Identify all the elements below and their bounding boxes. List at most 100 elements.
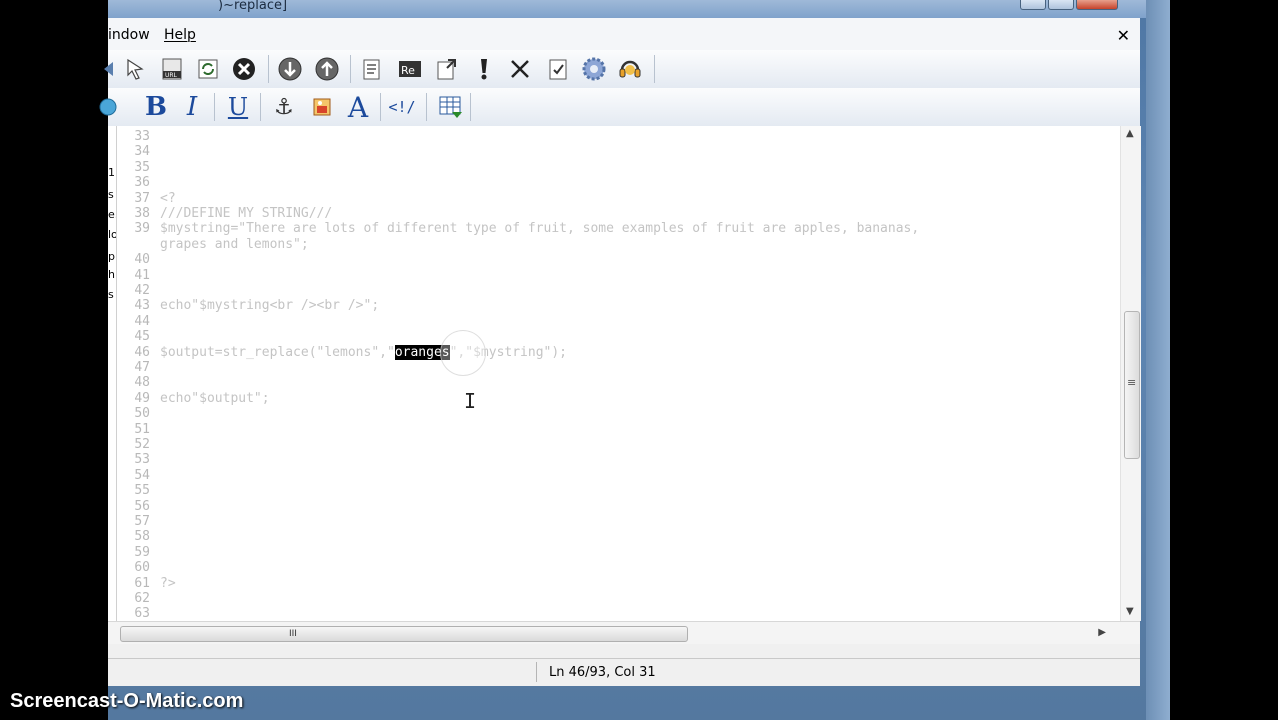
stop-icon[interactable] bbox=[230, 56, 258, 82]
code-lines[interactable]: 33 34 35 36 37 <? 38 ///DEFINE MY STRING/// 39 $m… bbox=[130, 129, 1120, 621]
font-icon[interactable]: A bbox=[344, 91, 372, 124]
code-text[interactable]: ///DEFINE MY STRING/// bbox=[160, 206, 332, 221]
line-number: 55 bbox=[134, 483, 150, 499]
code-line[interactable]: 46 $output=str_replace("lemons","oranges"… bbox=[130, 344, 567, 360]
menu-bar: indow Help ✕ bbox=[108, 18, 1140, 50]
code-text[interactable]: $mystring="There are lots of different t… bbox=[160, 221, 919, 236]
code-line[interactable]: 49 echo"$output"; bbox=[130, 391, 269, 406]
close-window-button[interactable] bbox=[1076, 0, 1118, 10]
code-editor[interactable]: 1. s e. lo p h s 3334353637 <? 38 ///DEFINE… bbox=[108, 126, 1141, 621]
code-line[interactable]: 51 bbox=[130, 422, 150, 437]
code-line[interactable]: 62 bbox=[130, 591, 150, 606]
code-line[interactable]: 44 bbox=[130, 314, 150, 329]
code-line[interactable]: 63 bbox=[130, 606, 150, 621]
code-line[interactable]: 39 $mystring="There are lots of different… bbox=[130, 221, 919, 236]
down-arrow-icon[interactable] bbox=[276, 56, 304, 82]
code-text[interactable]: echo"$mystring<br /><br />"; bbox=[160, 298, 379, 313]
main-toolbar: URL Re bbox=[104, 50, 1140, 89]
code-text[interactable]: echo"$output"; bbox=[160, 391, 270, 406]
horizontal-scroll-thumb[interactable]: III bbox=[120, 626, 688, 642]
code-line[interactable]: 53 bbox=[130, 452, 150, 467]
code-line[interactable]: 34 bbox=[130, 144, 150, 159]
minimize-button[interactable] bbox=[1020, 0, 1046, 10]
table-icon[interactable] bbox=[436, 94, 464, 120]
vertical-scroll-thumb[interactable]: ≡ bbox=[1124, 311, 1140, 459]
toolbar-separator bbox=[654, 55, 655, 83]
settings-gear-icon[interactable] bbox=[580, 56, 608, 82]
regex-icon[interactable]: Re bbox=[396, 56, 424, 82]
vertical-scrollbar[interactable]: ▲ ≡ ▼ bbox=[1120, 126, 1141, 621]
globe-icon[interactable] bbox=[96, 94, 124, 120]
line-number: 42 bbox=[134, 283, 150, 298]
menu-help[interactable]: Help bbox=[164, 27, 196, 43]
code-line[interactable]: 55 bbox=[130, 483, 150, 498]
code-line[interactable]: 60 bbox=[130, 560, 150, 575]
text-cursor-icon: I bbox=[464, 389, 477, 413]
code-line[interactable]: 43 echo"$mystring<br /><br />"; bbox=[130, 298, 379, 313]
anchor-icon[interactable]: ⚓ bbox=[270, 94, 298, 120]
exclamation-icon[interactable] bbox=[470, 56, 498, 82]
code-text[interactable]: $output=str_replace("lemons","oranges","… bbox=[160, 344, 567, 360]
code-line[interactable]: 47 bbox=[130, 360, 150, 375]
line-number: 45 bbox=[134, 329, 150, 345]
close-document-icon[interactable]: ✕ bbox=[1117, 26, 1130, 45]
toolbar-separator bbox=[268, 55, 269, 83]
scroll-up-icon[interactable]: ▲ bbox=[1126, 128, 1134, 139]
code-line[interactable]: grapes and lemons"; bbox=[130, 237, 309, 252]
code-line[interactable]: 52 bbox=[130, 437, 150, 452]
code-line[interactable]: 37 <? bbox=[130, 190, 175, 206]
line-number: 38 bbox=[134, 206, 150, 221]
up-arrow-icon[interactable] bbox=[313, 56, 341, 82]
pointer-icon[interactable] bbox=[122, 56, 150, 82]
code-line[interactable]: 58 bbox=[130, 529, 150, 544]
menu-window[interactable]: indow bbox=[108, 27, 150, 43]
code-line[interactable]: 42 bbox=[130, 283, 150, 298]
document-list-icon[interactable] bbox=[358, 56, 386, 82]
code-text[interactable]: <? bbox=[160, 191, 176, 206]
open-file-icon[interactable] bbox=[432, 56, 460, 82]
checklist-icon[interactable] bbox=[544, 56, 572, 82]
code-text[interactable]: ?> bbox=[160, 576, 176, 591]
line-number: 62 bbox=[134, 591, 150, 606]
code-line[interactable]: 40 bbox=[130, 252, 150, 267]
scroll-right-icon[interactable]: ▶ bbox=[1098, 627, 1106, 638]
title-bar[interactable]: )~replace] bbox=[108, 0, 1146, 18]
status-bar: Ln 46/93, Col 31 bbox=[108, 658, 1140, 686]
scroll-down-icon[interactable]: ▼ bbox=[1126, 606, 1134, 617]
line-number: 51 bbox=[134, 421, 150, 437]
editor-window: indow Help ✕ URL Re B I U ⚓ A <!/ 1 s e … bbox=[99, 18, 1141, 686]
line-number: 37 bbox=[134, 190, 150, 206]
code-line[interactable]: 35 bbox=[130, 160, 150, 175]
bold-icon[interactable]: B bbox=[142, 92, 170, 122]
code-line[interactable]: 59 bbox=[130, 545, 150, 560]
comment-tag-icon[interactable]: <!/ bbox=[388, 94, 416, 120]
underline-icon[interactable]: U bbox=[224, 93, 252, 121]
cursor-position: Ln 46/93, Col 31 bbox=[549, 665, 656, 680]
maximize-button[interactable] bbox=[1048, 0, 1074, 10]
code-line[interactable]: 41 bbox=[130, 268, 150, 283]
toolbar-separator bbox=[426, 93, 427, 121]
image-icon[interactable] bbox=[308, 94, 336, 120]
code-text[interactable]: grapes and lemons"; bbox=[160, 237, 309, 252]
delete-x-icon[interactable] bbox=[506, 56, 534, 82]
line-number: 40 bbox=[134, 252, 150, 268]
side-panel-text: e. bbox=[108, 208, 116, 221]
code-line[interactable]: 38 ///DEFINE MY STRING/// bbox=[130, 206, 332, 221]
code-line[interactable]: 36 bbox=[130, 175, 150, 190]
url-icon[interactable]: URL bbox=[158, 56, 186, 82]
code-line[interactable]: 61 ?> bbox=[130, 576, 175, 591]
horizontal-scrollbar[interactable]: III ▶ bbox=[108, 621, 1140, 644]
refresh-icon[interactable] bbox=[194, 56, 222, 82]
line-number: 63 bbox=[134, 606, 150, 622]
code-line[interactable]: 50 bbox=[130, 406, 150, 421]
code-line[interactable]: 45 bbox=[130, 329, 150, 344]
headphones-icon[interactable] bbox=[616, 56, 644, 82]
back-arrow-icon[interactable] bbox=[96, 56, 124, 82]
code-line[interactable]: 57 bbox=[130, 514, 150, 529]
code-line[interactable]: 33 bbox=[130, 129, 150, 144]
toolbar-separator bbox=[260, 93, 261, 121]
italic-icon[interactable]: I bbox=[178, 92, 206, 122]
code-line[interactable]: 56 bbox=[130, 499, 150, 514]
code-line[interactable]: 48 bbox=[130, 375, 150, 390]
code-line[interactable]: 54 bbox=[130, 468, 150, 483]
